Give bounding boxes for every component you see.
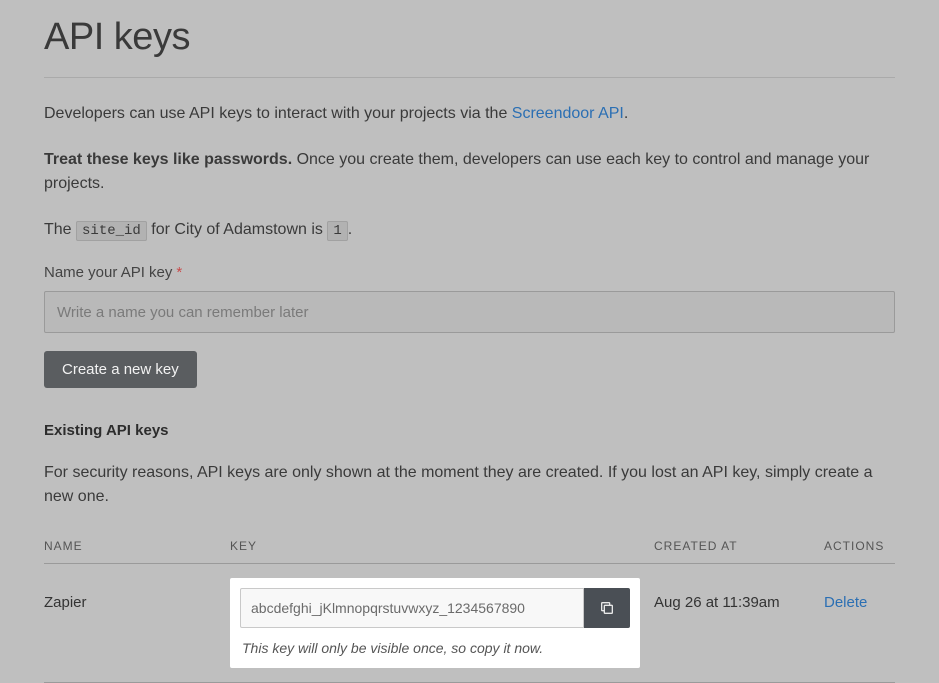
siteid-value: 1 bbox=[327, 221, 347, 241]
table-row: Zapier This key will only be visible onc… bbox=[44, 564, 895, 683]
table-header-row: NAME KEY CREATED AT ACTIONS bbox=[44, 539, 895, 564]
security-note: For security reasons, API keys are only … bbox=[44, 461, 895, 509]
header-created: CREATED AT bbox=[654, 539, 824, 553]
page-title: API keys bbox=[44, 16, 895, 59]
copy-icon bbox=[599, 600, 615, 616]
header-actions: ACTIONS bbox=[824, 539, 895, 553]
name-field-label: Name your API key bbox=[44, 264, 172, 281]
row-created-at: Aug 26 at 11:39am bbox=[654, 578, 824, 611]
row-actions: Delete bbox=[824, 578, 895, 612]
header-name: NAME bbox=[44, 539, 230, 553]
warning-bold: Treat these keys like passwords. bbox=[44, 151, 292, 168]
copy-key-button[interactable] bbox=[584, 588, 630, 628]
row-name: Zapier bbox=[44, 578, 230, 611]
api-keys-table: NAME KEY CREATED AT ACTIONS Zapier bbox=[44, 539, 895, 683]
api-key-value-input[interactable] bbox=[240, 588, 584, 628]
siteid-suffix: . bbox=[348, 221, 352, 238]
screendoor-api-link[interactable]: Screendoor API bbox=[512, 105, 624, 122]
intro-text-suffix: . bbox=[624, 105, 628, 122]
row-key-cell: This key will only be visible once, so c… bbox=[230, 578, 654, 668]
name-field-label-row: Name your API key* bbox=[44, 264, 895, 281]
delete-key-link[interactable]: Delete bbox=[824, 594, 867, 611]
siteid-mid: for City of Adamstown is bbox=[147, 221, 328, 238]
intro-paragraph: Developers can use API keys to interact … bbox=[44, 102, 895, 126]
existing-keys-heading: Existing API keys bbox=[44, 422, 895, 439]
password-warning: Treat these keys like passwords. Once yo… bbox=[44, 148, 895, 196]
siteid-prefix: The bbox=[44, 221, 76, 238]
intro-text-prefix: Developers can use API keys to interact … bbox=[44, 105, 512, 122]
key-reveal-card: This key will only be visible once, so c… bbox=[230, 578, 640, 668]
api-key-name-input[interactable] bbox=[44, 291, 895, 333]
title-divider bbox=[44, 77, 895, 78]
create-key-button[interactable]: Create a new key bbox=[44, 351, 197, 388]
key-visibility-note: This key will only be visible once, so c… bbox=[240, 640, 630, 658]
siteid-paragraph: The site_id for City of Adamstown is 1. bbox=[44, 218, 895, 242]
required-asterisk: * bbox=[176, 264, 182, 281]
siteid-code: site_id bbox=[76, 221, 147, 241]
header-key: KEY bbox=[230, 539, 654, 553]
key-input-row bbox=[240, 588, 630, 628]
